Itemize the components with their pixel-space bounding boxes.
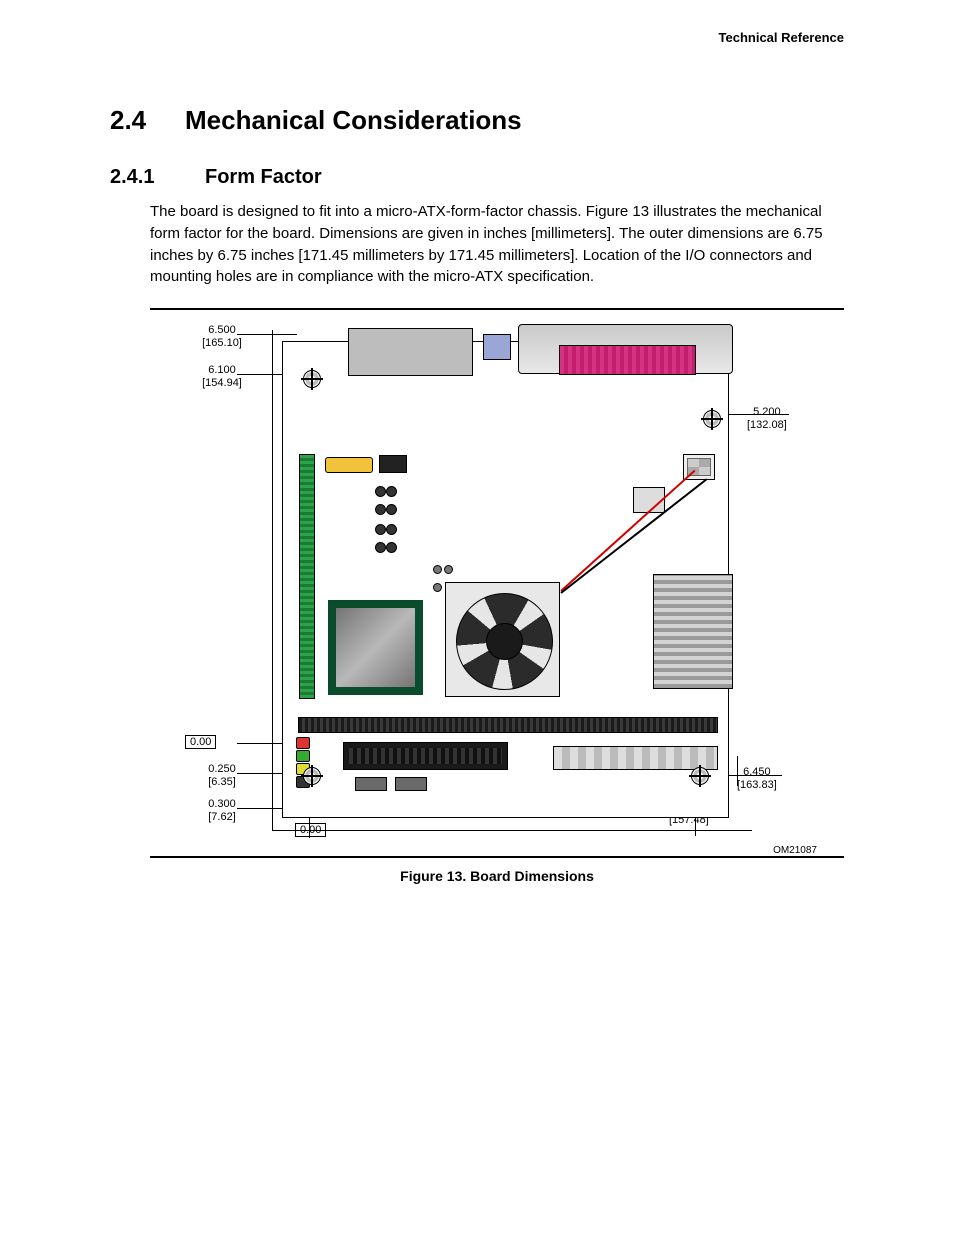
dim-left-0p25: 0.250[6.35] [177, 763, 267, 788]
figure-rule-top [150, 308, 844, 310]
subsection-heading: 2.4.1Form Factor [110, 166, 844, 189]
mounting-hole-icon [703, 410, 721, 428]
sata-port [395, 777, 427, 791]
chip-black [379, 455, 407, 473]
chip-yellow [325, 457, 373, 473]
dim-left-6p1: 6.100[154.94] [177, 364, 267, 389]
fan-hub-icon [486, 623, 523, 660]
dim-left-origin: 0.00 [185, 736, 216, 749]
cpu-fan [445, 582, 560, 697]
dim-tick [737, 756, 738, 786]
ide-header [343, 742, 508, 770]
expansion-slot [298, 717, 718, 733]
figure-caption: Figure 13. Board Dimensions [150, 868, 844, 884]
figure-diagram: 6.500[165.10] 6.100[154.94] 0.00 0.250[6… [177, 316, 817, 856]
mounting-hole-icon [303, 767, 321, 785]
section-number: 2.4 [110, 105, 185, 136]
subsection-number: 2.4.1 [110, 166, 205, 189]
dim-axis-vertical [272, 330, 273, 830]
section-heading: 2.4Mechanical Considerations [110, 105, 844, 136]
section-title: Mechanical Considerations [185, 105, 522, 135]
sata-port [355, 777, 387, 791]
drawing-id: OM21087 [773, 845, 817, 856]
page-header: Technical Reference [110, 30, 844, 45]
dim-right-5p2: 5.200[132.08] [747, 406, 787, 431]
dim-left-6p5: 6.500[165.10] [177, 324, 267, 349]
io-connector-stack [348, 328, 473, 376]
figure-rule-bottom [150, 856, 844, 858]
capacitor-cluster [375, 484, 397, 520]
body-paragraph: The board is designed to fit into a micr… [150, 201, 844, 288]
io-parallel-port [518, 324, 733, 374]
dim-left-0p3: 0.300[7.62] [177, 798, 267, 823]
board-outline [282, 341, 729, 818]
dim-tick [309, 816, 310, 838]
dim-tick [729, 414, 789, 415]
front-panel-header [553, 746, 718, 770]
subsection-title: Form Factor [205, 166, 322, 188]
figure-block: 6.500[165.10] 6.100[154.94] 0.00 0.250[6… [150, 308, 844, 884]
chipset-heatsink [653, 574, 733, 689]
cpu-package [328, 600, 423, 695]
dim-tick [237, 334, 297, 335]
capacitor-cluster [375, 522, 397, 558]
dimm-slot [299, 454, 315, 699]
mounting-hole-icon [303, 370, 321, 388]
io-connector-small [483, 334, 511, 360]
dim-axis-horizontal [272, 830, 752, 831]
mounting-hole-icon [691, 767, 709, 785]
dim-right-6p45: 6.450[163.83] [737, 766, 777, 791]
jumper-3pin [433, 561, 461, 571]
